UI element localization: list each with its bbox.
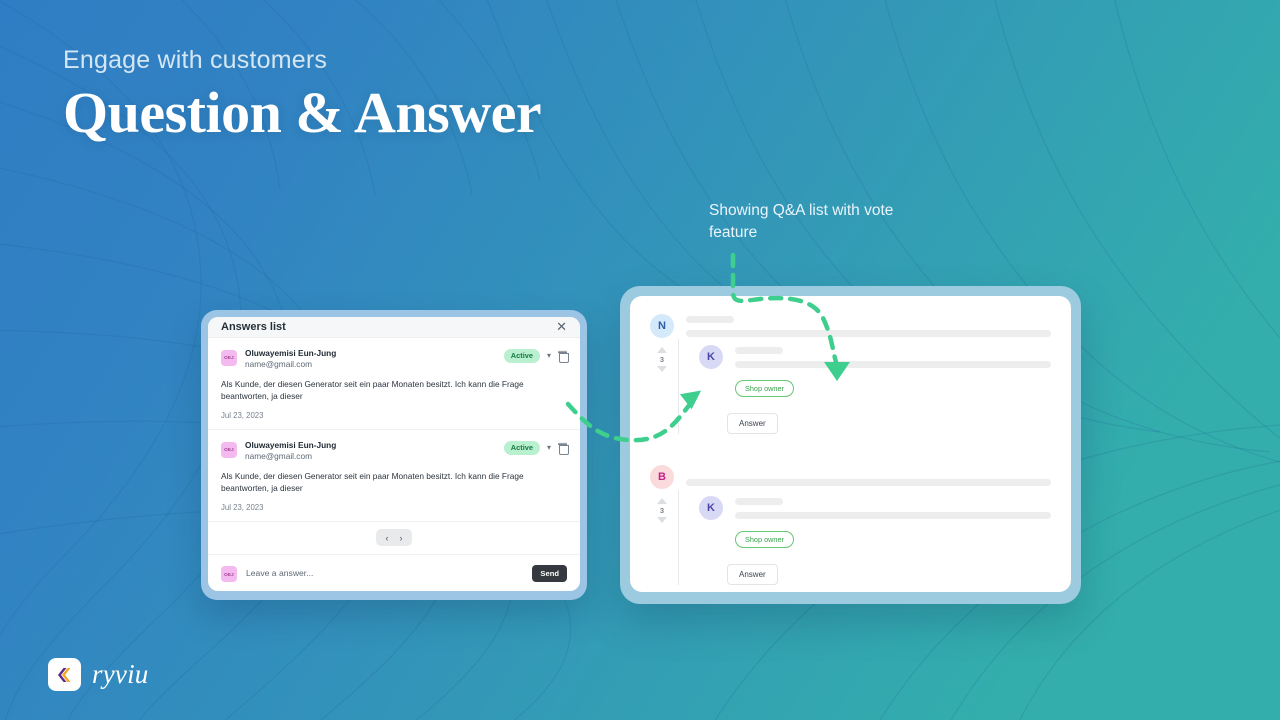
qa-list-panel: N 3 K Shop owner Answer B 3 K Shop owner…	[630, 296, 1071, 592]
thread-divider	[678, 339, 679, 434]
answers-list-title: Answers list	[221, 320, 286, 333]
answer-body: Als Kunde, der diesen Generator seit ein…	[221, 470, 524, 494]
question-body-placeholder	[686, 479, 1051, 486]
thread-divider	[678, 490, 679, 585]
status-badge[interactable]: Active	[503, 440, 540, 455]
answer-author-email: name@gmail.com	[245, 359, 312, 370]
logo-mark-icon	[48, 658, 81, 691]
role-badge: Shop owner	[735, 380, 794, 397]
answer-name-placeholder	[735, 346, 783, 354]
answer-body-placeholder	[735, 511, 1051, 519]
answer-author-email: name@gmail.com	[245, 451, 312, 462]
avatar: B	[650, 465, 674, 489]
vote-count: 3	[659, 355, 665, 364]
qa-thread: B 3 K Shop owner Answer	[650, 465, 1051, 585]
answers-list-body[interactable]: OEJ Oluwayemisi Eun-Jung name@gmail.com …	[208, 338, 580, 555]
avatar: OEJ	[221, 349, 237, 366]
answer-button[interactable]: Answer	[727, 564, 778, 585]
vote-count: 3	[659, 506, 665, 515]
qa-list-window: N 3 K Shop owner Answer B 3 K Shop owner…	[620, 286, 1081, 604]
vote-control[interactable]: 3	[654, 347, 670, 372]
avatar: OEJ	[221, 566, 237, 582]
answer-body: Als Kunde, der diesen Generator seit ein…	[221, 378, 524, 402]
answer-author-name: Oluwayemisi Eun-Jung	[245, 347, 337, 358]
question-title-placeholder	[686, 316, 734, 323]
pagination-prev-button[interactable]: ‹	[381, 532, 393, 543]
vote-up-icon[interactable]	[657, 347, 667, 353]
role-badge: Shop owner	[735, 531, 794, 548]
answer-button[interactable]: Answer	[727, 413, 778, 434]
chevron-down-icon[interactable]: ▾	[547, 443, 551, 452]
page-title: Question & Answer	[63, 80, 542, 145]
answer-date: Jul 23, 2023	[221, 503, 264, 512]
pagination: ‹ ›	[208, 522, 580, 555]
heading-eyebrow: Engage with customers	[63, 46, 328, 74]
answer-input[interactable]: Leave a answer...	[246, 568, 523, 578]
answers-list-header: Answers list ✕	[208, 317, 580, 338]
answer-name-placeholder	[735, 497, 783, 505]
answer-composer: OEJ Leave a answer... Send	[208, 555, 580, 591]
trash-icon[interactable]	[558, 351, 569, 363]
avatar: N	[650, 314, 674, 338]
close-icon[interactable]: ✕	[556, 320, 567, 333]
question-body-placeholder	[686, 330, 1051, 337]
vote-down-icon[interactable]	[657, 517, 667, 523]
answer-row: OEJ Oluwayemisi Eun-Jung name@gmail.com …	[208, 338, 580, 430]
answer-row: OEJ Oluwayemisi Eun-Jung name@gmail.com …	[208, 430, 580, 522]
annotation-label: Showing Q&A list with vote feature	[709, 202, 894, 241]
chevron-down-icon[interactable]: ▾	[547, 351, 551, 360]
answer-author-name: Oluwayemisi Eun-Jung	[245, 439, 337, 450]
avatar: OEJ	[221, 441, 237, 458]
avatar: K	[699, 496, 723, 520]
vote-down-icon[interactable]	[657, 366, 667, 372]
page-heading: Engage with customers Question & Answer	[63, 46, 542, 145]
logo-text: ryviu	[92, 659, 149, 689]
pagination-next-button[interactable]: ›	[395, 532, 407, 543]
vote-up-icon[interactable]	[657, 498, 667, 504]
answers-list-window: Answers list ✕ OEJ Oluwayemisi Eun-Jung …	[201, 310, 587, 600]
answer-date: Jul 23, 2023	[221, 410, 264, 420]
vote-control[interactable]: 3	[654, 498, 670, 523]
trash-icon[interactable]	[558, 443, 569, 455]
answer-body-placeholder	[735, 360, 1051, 368]
qa-thread: N 3 K Shop owner Answer	[650, 314, 1051, 434]
brand-logo: ryviu	[48, 658, 148, 691]
avatar: K	[699, 345, 723, 369]
answers-list-panel: Answers list ✕ OEJ Oluwayemisi Eun-Jung …	[208, 317, 580, 591]
send-button[interactable]: Send	[532, 564, 567, 582]
status-badge[interactable]: Active	[503, 348, 540, 363]
